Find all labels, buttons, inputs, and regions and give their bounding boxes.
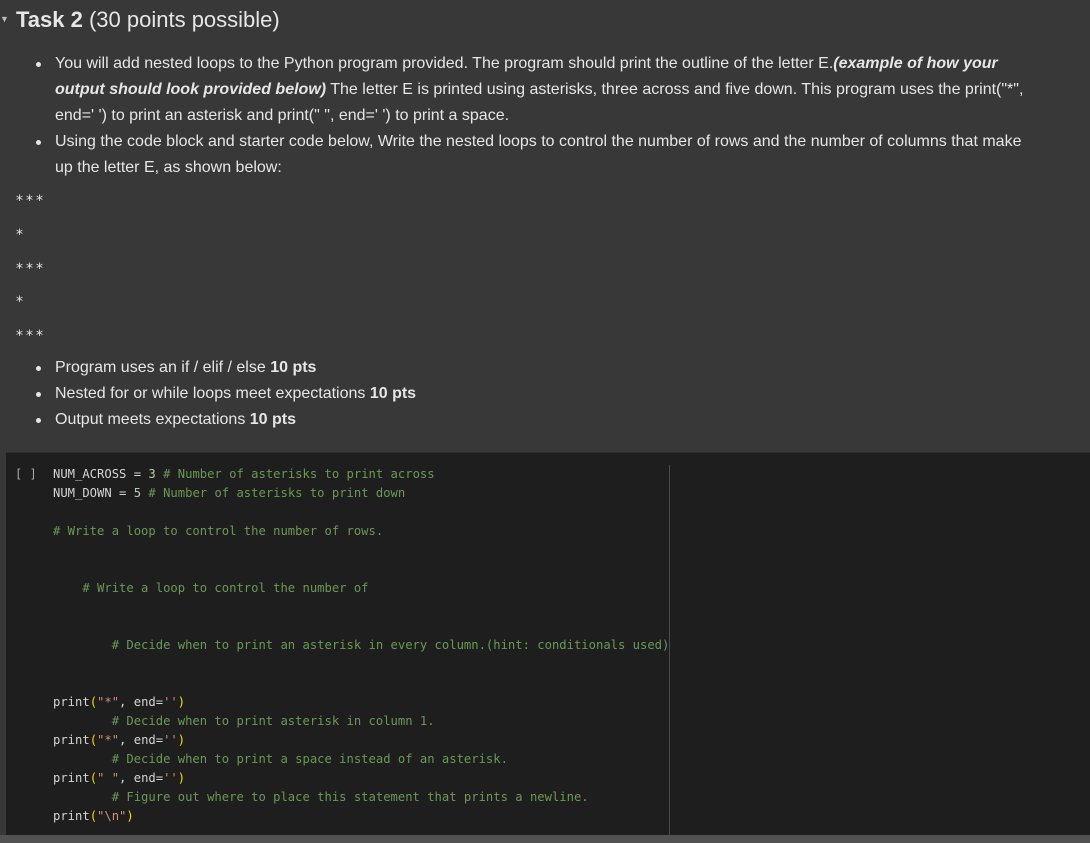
- rubric-points: 10 pts: [369, 385, 417, 402]
- rubric-points: 10 pts: [270, 359, 317, 376]
- code-comment: # Write a loop to control the number of: [82, 581, 369, 595]
- task-title-bold: Task 2: [16, 7, 83, 32]
- instruction-item-1: You will add nested loops to the Python …: [0, 51, 1040, 129]
- code-comment: # Number of asterisks to print down: [148, 486, 406, 500]
- task-heading: Task 2 (30 points possible): [16, 7, 280, 33]
- markdown-cell[interactable]: ▼ Task 2 (30 points possible) You will a…: [0, 0, 1090, 452]
- code-line: # Decide when to print asterisk in colum…: [53, 712, 668, 731]
- code-comment: # Decide when to print asterisk in colum…: [111, 714, 435, 728]
- line-length-ruler: [669, 465, 670, 835]
- example-output-line-5: ***: [16, 328, 46, 344]
- rubric-text: Output meets expectations: [55, 411, 250, 428]
- code-line: # Write a loop to control the number of …: [53, 522, 668, 541]
- code-line: print("*", end=''): [53, 693, 668, 712]
- code-line: print("\n"): [53, 807, 668, 826]
- code-statement: NUM_ACROSS = 3: [53, 467, 156, 481]
- code-comment: # Decide when to print a space instead o…: [111, 752, 508, 766]
- code-comment: # Number of asterisks to print across: [163, 467, 435, 481]
- run-cell-button[interactable]: [ ]: [15, 467, 37, 481]
- code-statement: print(" ", end=''): [53, 771, 186, 785]
- code-statement: print("\n"): [53, 809, 134, 823]
- rubric-text: Nested for or while loops meet expectati…: [55, 385, 370, 402]
- rubric-item: Program uses an if / elif / else 10 pts: [0, 355, 1040, 381]
- code-statement: print("*", end=''): [53, 733, 186, 747]
- code-line: # Decide when to print an asterisk in ev…: [53, 636, 670, 655]
- example-output-line-1: ***: [16, 193, 46, 209]
- notebook-page: ▼ Task 2 (30 points possible) You will a…: [0, 0, 1090, 843]
- instruction-item-2: Using the code block and starter code be…: [0, 129, 1040, 181]
- code-line: NUM_ACROSS = 3 # Number of asterisks to …: [53, 465, 668, 484]
- code-comment: # Decide when to print an asterisk in ev…: [111, 638, 670, 652]
- code-comment: # Figure out where to place this stateme…: [111, 790, 589, 804]
- rubric-points: 10 pts: [249, 411, 297, 428]
- instruction-text-1a: You will add nested loops to the Python …: [55, 55, 834, 72]
- rubric-list: Program uses an if / elif / else 10 pts …: [0, 355, 1040, 433]
- bottom-scrollbar[interactable]: [0, 835, 1090, 843]
- code-line: NUM_DOWN = 5 # Number of asterisks to pr…: [53, 484, 668, 503]
- code-line: # Figure out where to place this stateme…: [53, 788, 668, 807]
- code-line: print(" ", end=''): [53, 769, 668, 788]
- code-comment: # Write a loop to control the number of …: [53, 524, 384, 538]
- rubric-item: Nested for or while loops meet expectati…: [0, 381, 1040, 407]
- code-statement: NUM_DOWN = 5: [53, 486, 142, 500]
- code-line: print("*", end=''): [53, 731, 668, 750]
- code-cell[interactable]: [ ] NUM_ACROSS = 3 # Number of asterisks…: [6, 452, 1090, 836]
- code-line: # Write a loop to control the number of: [53, 579, 668, 598]
- code-statement: print("*", end=''): [53, 695, 186, 709]
- example-output-line-4: *: [16, 294, 26, 310]
- rubric-text: Program uses an if / elif / else: [55, 359, 271, 376]
- example-output-line-2: *: [16, 227, 26, 243]
- code-editor[interactable]: NUM_ACROSS = 3 # Number of asterisks to …: [53, 465, 670, 835]
- example-output-line-3: ***: [16, 261, 46, 277]
- collapse-caret-icon[interactable]: ▼: [0, 14, 9, 24]
- task-title-points: (30 points possible): [82, 7, 280, 32]
- rubric-item: Output meets expectations 10 pts: [0, 407, 1040, 433]
- instruction-list: You will add nested loops to the Python …: [0, 51, 1040, 181]
- code-line: # Decide when to print a space instead o…: [53, 750, 668, 769]
